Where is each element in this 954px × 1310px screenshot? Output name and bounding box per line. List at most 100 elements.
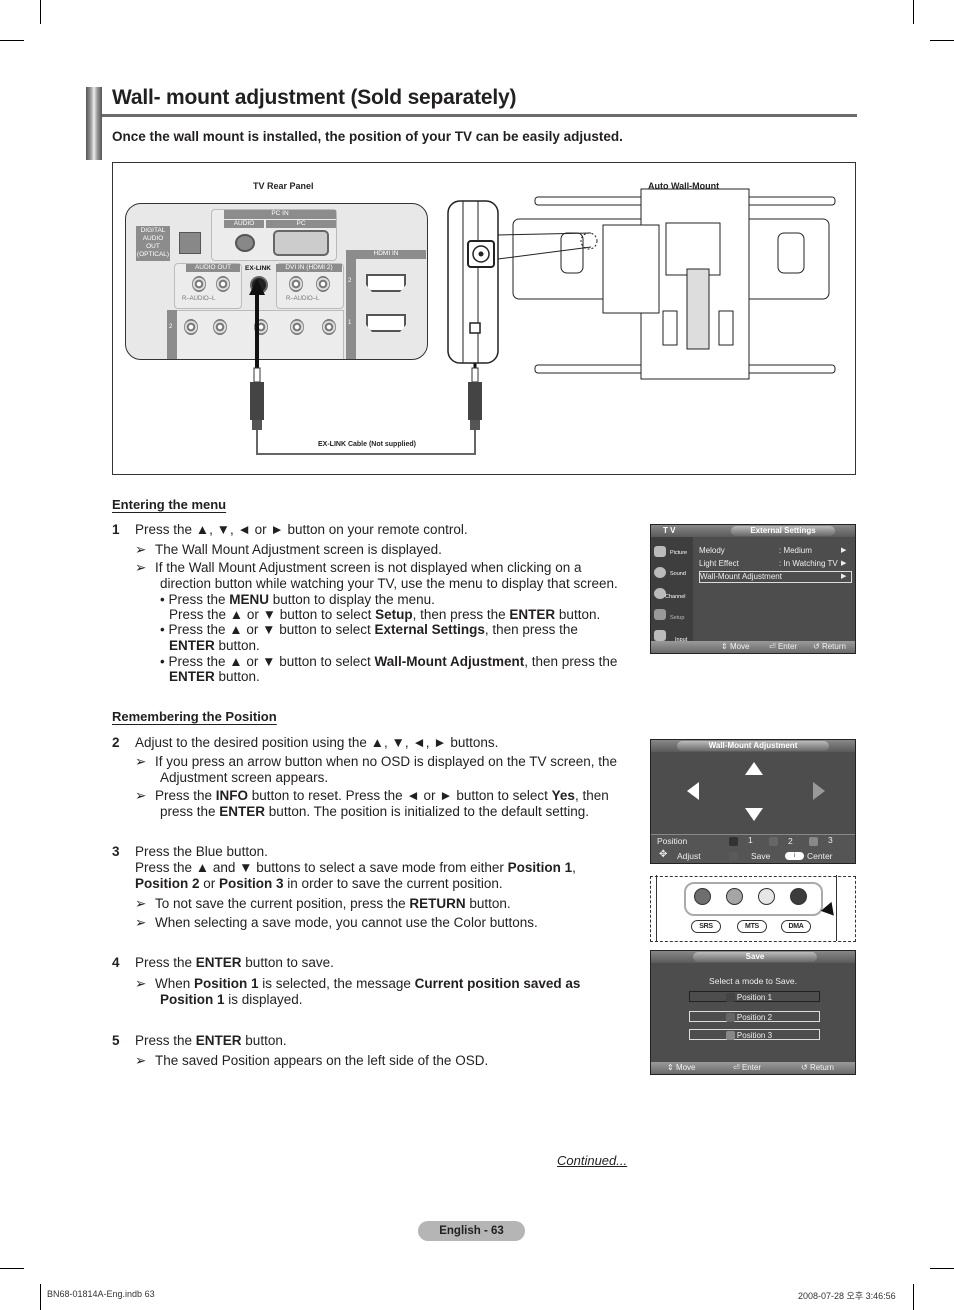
osd-footer: ⇕ Move ⏎ Enter ↺ Return xyxy=(651,1062,855,1074)
move-hint: ⇕ Move xyxy=(721,642,750,651)
arrow-left-icon[interactable] xyxy=(687,782,699,800)
step-4-text: Press the ENTER button to save. xyxy=(135,955,334,970)
section-heading-entering: Entering the menu xyxy=(112,497,227,512)
step-number: 4 xyxy=(112,955,120,970)
save-prompt: Select a mode to Save. xyxy=(709,976,797,986)
note-arrow-icon: ➢ xyxy=(135,976,147,991)
osd-sidebar-setup[interactable]: Setup xyxy=(651,605,691,626)
save-swatch xyxy=(729,852,738,861)
note-arrow-icon: ➢ xyxy=(135,1053,147,1068)
crop-mark xyxy=(40,1284,41,1310)
cable-diagram xyxy=(249,188,836,455)
step-3-text: Press the Blue button. xyxy=(135,844,268,859)
osd-external-settings: T V External Settings Picture Sound Chan… xyxy=(650,524,856,654)
crop-mark xyxy=(0,1268,24,1269)
input-icon xyxy=(654,630,666,641)
note: ➢ If the Wall Mount Adjustment screen is … xyxy=(135,560,582,575)
note-arrow-icon: ➢ xyxy=(135,542,147,557)
note: ➢ To not save the current position, press… xyxy=(135,896,511,911)
adjust-label: Adjust xyxy=(677,851,701,861)
setup-icon xyxy=(654,609,666,620)
note-continued: press the ENTER button. The position is … xyxy=(160,804,590,819)
osd-title: Wall-Mount Adjustment xyxy=(677,741,829,751)
connection-diagram: TV Rear Panel Auto Wall-Mount DIGITAL AUD… xyxy=(112,162,856,475)
osd-tv-label: T V xyxy=(663,526,676,535)
note: ➢ If you press an arrow button when no OS… xyxy=(135,754,618,769)
step-3-text: Press the ▲ and ▼ buttons to select a sa… xyxy=(135,860,576,875)
enter-hint: ⏎ Enter xyxy=(769,642,798,651)
crop-mark xyxy=(913,1284,914,1310)
save-option-position-1[interactable]: Position 1 xyxy=(689,991,820,1002)
save-label: Save xyxy=(751,851,771,861)
step-3-text: Position 2 or Position 3 in order to sav… xyxy=(135,876,503,891)
note: ➢ The Wall Mount Adjustment screen is dis… xyxy=(135,542,442,557)
step-number: 5 xyxy=(112,1033,120,1048)
arrow-up-icon[interactable] xyxy=(745,762,763,775)
save-option-position-2[interactable]: Position 2 xyxy=(689,1011,820,1022)
file-info: BN68-01814A-Eng.indb 63 xyxy=(47,1289,155,1299)
mts-button[interactable]: MTS xyxy=(737,920,767,933)
osd-menu-row-melody[interactable]: Melody: Medium ▶ xyxy=(699,546,849,556)
step-1-text: Press the ▲, ▼, ◄ or ► button on your re… xyxy=(135,522,468,537)
return-hint: ↺ Return xyxy=(801,1063,834,1072)
enter-hint: ⏎ Enter xyxy=(733,1063,762,1072)
green-button[interactable] xyxy=(726,888,743,905)
crop-mark xyxy=(913,0,914,24)
osd-footer: ⇕ Move ⏎ Enter ↺ Return xyxy=(651,641,855,653)
cable-plug-left xyxy=(250,367,264,430)
position-label: Position xyxy=(657,836,688,846)
cable-label: EX-LINK Cable (Not supplied) xyxy=(318,441,416,448)
bullet: • Press the ▲ or ▼ button to select Exte… xyxy=(160,622,578,637)
intro-text: Once the wall mount is installed, the po… xyxy=(112,129,623,144)
srs-button[interactable]: SRS xyxy=(691,920,721,933)
bullet: • Press the MENU button to display the m… xyxy=(160,592,435,607)
blue-button[interactable] xyxy=(790,888,807,905)
note-continued: direction button while watching your TV,… xyxy=(160,576,618,591)
adjust-icon: ✥ xyxy=(659,849,668,860)
yellow-button[interactable] xyxy=(758,888,775,905)
osd-wall-mount-adjustment: Wall-Mount Adjustment Position 1 2 3 ✥ A… xyxy=(650,739,856,864)
position-3-swatch xyxy=(809,837,818,846)
move-hint: ⇕ Move xyxy=(667,1063,696,1072)
crop-mark xyxy=(930,40,954,41)
save-option-position-3[interactable]: Position 3 xyxy=(689,1029,820,1040)
arrow-down-icon[interactable] xyxy=(745,808,763,821)
osd-sidebar-picture[interactable]: Picture xyxy=(651,542,691,563)
osd-sidebar-channel[interactable]: Channel xyxy=(651,584,691,605)
red-button[interactable] xyxy=(694,888,711,905)
osd-menu-row-light-effect[interactable]: Light Effect: In Watching TV ▶ xyxy=(699,559,849,569)
osd-title: Save xyxy=(693,952,817,962)
osd-menu-row-wall-mount[interactable]: Wall-Mount Adjustment ▶ xyxy=(699,571,852,583)
step-5-text: Press the ENTER button. xyxy=(135,1033,287,1048)
section-heading-remembering: Remembering the Position xyxy=(112,709,277,724)
position-3[interactable]: 3 xyxy=(828,835,833,845)
position-1[interactable]: 1 xyxy=(748,835,753,845)
sound-icon xyxy=(654,567,666,578)
bullet-continued: ENTER button. xyxy=(169,638,260,653)
wall-mount-illustration xyxy=(497,188,836,380)
arrow-right-icon[interactable] xyxy=(813,782,825,800)
note: ➢ The saved Position appears on the left … xyxy=(135,1053,489,1068)
page-title: Wall- mount adjustment (Sold separately) xyxy=(112,86,517,109)
bullet-continued: ENTER button. xyxy=(169,669,260,684)
note-arrow-icon: ➢ xyxy=(135,560,147,575)
note-arrow-icon: ➢ xyxy=(135,788,147,803)
ex-link-arrow-tv xyxy=(249,279,265,368)
note: ➢ When selecting a save mode, you cannot … xyxy=(135,915,538,930)
dma-button[interactable]: DMA xyxy=(781,920,811,933)
position-2[interactable]: 2 xyxy=(788,836,793,846)
arrow-right-icon: ▶ xyxy=(841,560,847,567)
step-2-text: Adjust to the desired position using the… xyxy=(135,735,499,750)
position-2-swatch xyxy=(769,837,778,846)
center-label: Center xyxy=(807,851,833,861)
title-accent-bar xyxy=(86,87,102,160)
arrow-right-icon: ▶ xyxy=(841,547,847,554)
osd-sidebar-sound[interactable]: Sound xyxy=(651,563,691,584)
continued-link: Continued... xyxy=(557,1153,628,1168)
title-rule xyxy=(102,114,857,117)
mount-connector-inset xyxy=(447,200,499,364)
print-timestamp: 2008-07-28 오후 3:46:56 xyxy=(798,1291,896,1301)
osd-save: Save Select a mode to Save. Position 1 P… xyxy=(650,950,856,1075)
note: ➢ When Position 1 is selected, the messag… xyxy=(135,976,581,991)
note-arrow-icon: ➢ xyxy=(135,915,147,930)
